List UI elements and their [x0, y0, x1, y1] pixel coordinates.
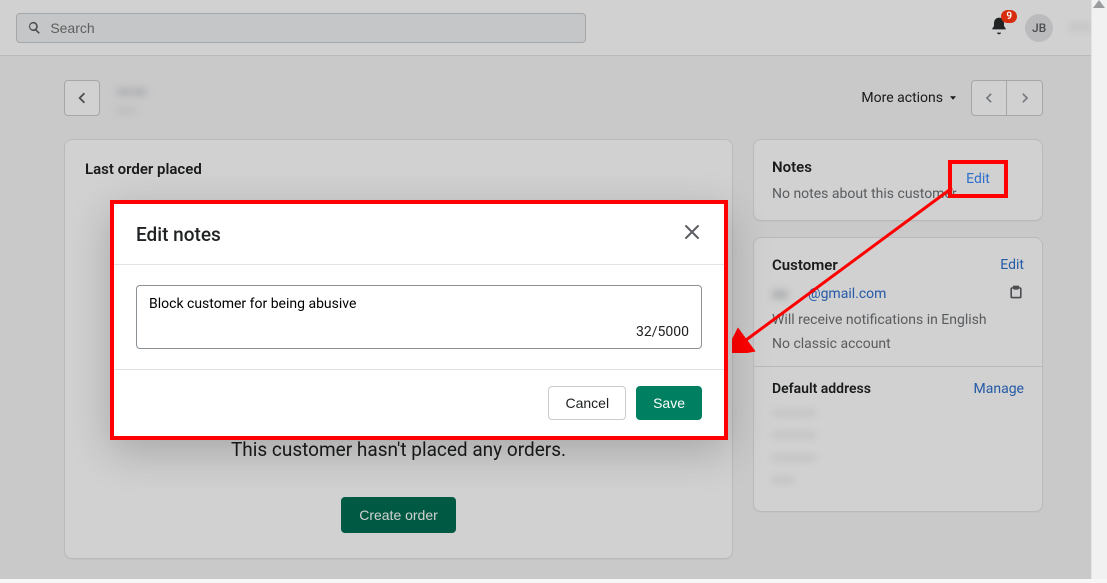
save-button[interactable]: Save	[636, 386, 702, 420]
page-subtitle: ——	[116, 104, 147, 119]
modal-close-button[interactable]	[682, 222, 702, 246]
cancel-button[interactable]: Cancel	[548, 386, 626, 420]
address-block: ——————————————	[772, 403, 1024, 493]
scrollbar[interactable]	[1091, 0, 1107, 579]
close-icon	[682, 222, 702, 242]
notification-badge: 9	[1001, 10, 1017, 23]
edit-notes-modal: Edit notes 32/5000 Cancel Save	[110, 200, 728, 440]
notifications-button[interactable]: 9	[989, 16, 1009, 40]
modal-title: Edit notes	[136, 223, 221, 246]
note-textarea[interactable]	[149, 296, 689, 316]
note-input-wrapper: 32/5000	[136, 285, 702, 349]
annotation-edit-highlight: Edit	[948, 160, 1008, 198]
scroll-up-arrow-icon	[1093, 0, 1105, 8]
page-title: ——	[116, 80, 147, 104]
char-counter: 32/5000	[149, 324, 689, 340]
username: ——	[1069, 20, 1091, 36]
notes-edit-link[interactable]: Edit	[966, 171, 990, 187]
